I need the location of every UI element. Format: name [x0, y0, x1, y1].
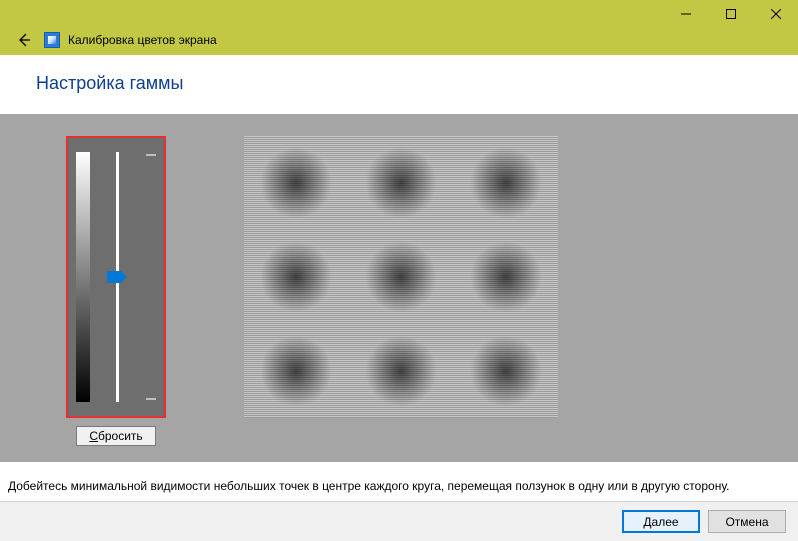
- gamma-patch: [349, 230, 454, 324]
- page-title: Настройка гаммы: [36, 73, 798, 94]
- gamma-slider-panel: [66, 136, 166, 418]
- gamma-slider-group: Сбросить: [66, 136, 166, 446]
- gamma-sample-grid: [244, 136, 558, 418]
- gamma-slider[interactable]: [98, 152, 136, 402]
- gamma-patch: [453, 136, 558, 230]
- app-icon: [44, 32, 60, 48]
- wizard-button-bar: Далее Отмена: [0, 501, 798, 541]
- gamma-patch: [349, 136, 454, 230]
- slider-ticks: [144, 152, 156, 402]
- close-button[interactable]: [753, 0, 798, 28]
- gamma-patch: [349, 324, 454, 418]
- maximize-button[interactable]: [708, 0, 753, 28]
- gamma-patch: [453, 324, 558, 418]
- window-title: Калибровка цветов экрана: [68, 33, 217, 47]
- reset-button[interactable]: Сбросить: [76, 426, 155, 446]
- wizard-header: Настройка гаммы: [0, 55, 798, 114]
- back-button[interactable]: [14, 30, 34, 50]
- slider-thumb[interactable]: [107, 271, 127, 283]
- gamma-patch: [244, 230, 349, 324]
- gamma-gradient: [76, 152, 90, 402]
- content-area: Сбросить: [0, 114, 798, 462]
- cancel-button[interactable]: Отмена: [708, 510, 786, 533]
- gamma-patch: [453, 230, 558, 324]
- next-button[interactable]: Далее: [622, 510, 700, 533]
- gamma-patch: [244, 136, 349, 230]
- gamma-patch: [244, 324, 349, 418]
- titlebar: Калибровка цветов экрана: [0, 0, 798, 55]
- minimize-button[interactable]: [663, 0, 708, 28]
- instruction-text: Добейтесь минимальной видимости небольши…: [0, 473, 798, 501]
- window-controls: [663, 0, 798, 28]
